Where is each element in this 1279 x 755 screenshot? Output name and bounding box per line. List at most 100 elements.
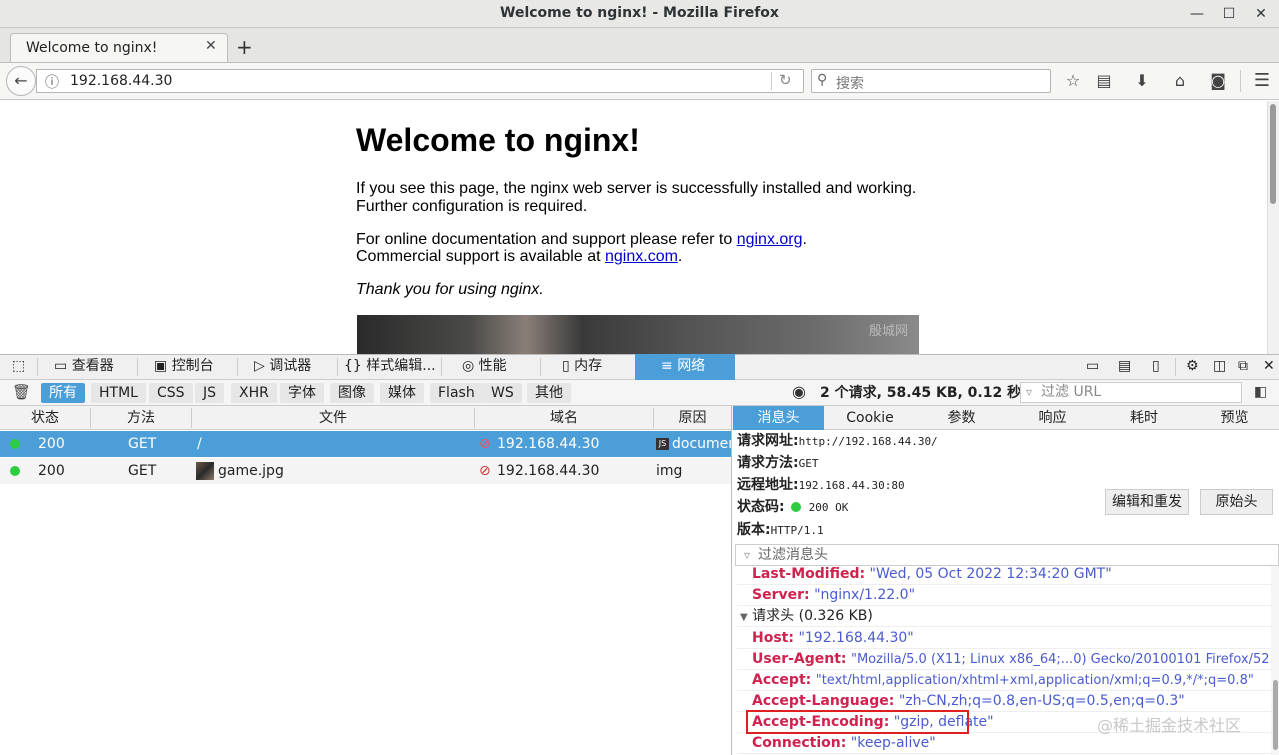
pick-element-icon[interactable]: ⬚	[8, 354, 25, 380]
new-tab-button[interactable]: +	[236, 35, 253, 59]
filter-images[interactable]: 图像	[330, 383, 374, 403]
header-colon: :	[804, 587, 810, 603]
maximize-icon[interactable]: ☐	[1219, 4, 1239, 24]
details-scroll-thumb[interactable]	[1273, 680, 1278, 750]
tab-cookies[interactable]: Cookie	[824, 406, 916, 430]
request-summary: 2 个请求, 58.45 KB, 0.12 秒	[820, 385, 1022, 401]
toggle-sidebar-icon[interactable]: ◧	[1254, 384, 1267, 400]
tab-console[interactable]: ▣ 控制台	[150, 354, 236, 380]
header-name: Accept-Language	[752, 693, 889, 709]
responsive-design-icon[interactable]: ▭	[1082, 354, 1099, 380]
filter-fonts[interactable]: 字体	[280, 383, 324, 403]
browser-tab[interactable]: Welcome to nginx!	[10, 33, 228, 63]
filter-other[interactable]: 其他	[527, 383, 571, 403]
column-method[interactable]: 方法	[91, 406, 191, 430]
filter-html[interactable]: HTML	[91, 383, 146, 403]
devtools-divider	[1175, 358, 1176, 376]
edit-resend-button[interactable]: 编辑和重发	[1105, 489, 1189, 515]
search-icon: ⚲	[817, 72, 828, 88]
header-colon: :	[888, 693, 895, 709]
column-domain[interactable]: 域名	[475, 406, 653, 430]
header-value: "Mozilla/5.0 (X11; Linux x86_64;...0) Ge…	[850, 652, 1279, 667]
header-value: "Wed, 05 Oct 2022 12:34:20 GMT"	[869, 566, 1112, 582]
column-status[interactable]: 状态	[0, 406, 90, 430]
request-headers-section[interactable]: ▼ 请求头 (0.326 KB)	[737, 606, 1277, 627]
undock-icon[interactable]: ⧉	[1234, 354, 1248, 380]
intro-paragraph: If you see this page, the nginx web serv…	[356, 180, 916, 216]
tab-debugger[interactable]: ▷ 调试器	[250, 354, 336, 380]
close-window-icon[interactable]: ✕	[1251, 4, 1271, 24]
filter-headers-input[interactable]: ▿ 过滤消息头	[735, 544, 1279, 566]
tab-performance[interactable]: ◎ 性能	[458, 354, 538, 380]
filter-css[interactable]: CSS	[149, 383, 193, 403]
header-value: "nginx/1.22.0"	[814, 587, 916, 603]
filter-icon: ▿	[1026, 385, 1033, 399]
trash-icon[interactable]: 🗑	[12, 383, 31, 401]
detail-version-value: HTTP/1.1	[770, 524, 824, 537]
window-title: Welcome to nginx! - Mozilla Firefox	[500, 5, 779, 21]
detail-url: 请求网址:http://192.168.44.30/	[737, 430, 938, 453]
bookmark-star-icon[interactable]: ☆	[1062, 71, 1084, 91]
request-row[interactable]	[0, 431, 731, 457]
header-name: Accept	[752, 672, 806, 688]
commercial-text: Commercial support is available at	[356, 248, 605, 265]
tab-network[interactable]: ≡ 网络	[635, 354, 735, 380]
back-button[interactable]: ←	[6, 66, 36, 96]
tab-response[interactable]: 响应	[1007, 406, 1098, 430]
tab-inspector[interactable]: ▭ 查看器	[50, 354, 136, 380]
dock-side-icon[interactable]: ◫	[1209, 354, 1226, 380]
status-ok-dot	[790, 502, 801, 512]
home-icon[interactable]: ⌂	[1169, 71, 1191, 91]
filter-media[interactable]: 媒体	[380, 383, 424, 403]
scratchpad-icon[interactable]: ▤	[1114, 354, 1131, 380]
url-bar[interactable]: ⓘ 192.168.44.30 ↻	[36, 69, 804, 93]
reload-stats-icon[interactable]: ◉	[792, 382, 806, 401]
screenshot-icon[interactable]: ▯	[1148, 354, 1160, 380]
search-placeholder: 搜索	[836, 76, 864, 92]
tab-memory[interactable]: ▯ 内存	[558, 354, 634, 380]
page-scroll-thumb[interactable]	[1270, 104, 1276, 204]
filter-all[interactable]: 所有	[41, 383, 85, 403]
insecure-lock-icon: ⊘	[479, 463, 491, 479]
close-devtools-icon[interactable]: ✕	[1259, 354, 1275, 380]
memory-icon: ▯	[562, 358, 575, 374]
status-ok-dot	[10, 466, 20, 476]
detail-remote: 远程地址:192.168.44.30:80	[737, 474, 905, 497]
minimize-icon[interactable]: —	[1187, 4, 1207, 24]
tab-params[interactable]: 参数	[916, 406, 1007, 430]
tab-headers[interactable]: 消息头	[733, 406, 824, 430]
tab-preview[interactable]: 预览	[1190, 406, 1279, 430]
filter-url-input[interactable]: ▿ 过滤 URL	[1020, 382, 1242, 403]
reading-list-icon[interactable]: ▤	[1093, 71, 1115, 91]
nginx-com-link[interactable]: nginx.com	[605, 248, 678, 265]
tab-timings[interactable]: 耗时	[1098, 406, 1190, 430]
header-name: Last-Modified	[752, 566, 860, 582]
filter-flash[interactable]: Flash	[430, 383, 483, 403]
raw-headers-button[interactable]: 原始头	[1200, 489, 1273, 515]
tab-network-label: 网络	[677, 358, 706, 374]
filter-xhr[interactable]: XHR	[231, 383, 277, 403]
js-icon: JS	[656, 438, 669, 450]
filter-ws[interactable]: WS	[483, 383, 522, 403]
request-headers-title: 请求头 (0.326 KB)	[752, 608, 873, 624]
download-icon[interactable]: ⬇	[1131, 71, 1153, 91]
nginx-org-link[interactable]: nginx.org	[737, 231, 803, 248]
image-watermark: 殷城网	[869, 324, 909, 339]
detail-version: 版本:HTTP/1.1	[737, 519, 824, 542]
search-bar[interactable]: ⚲ 搜索	[811, 69, 1051, 93]
detail-method-label: 请求方法:	[737, 455, 799, 471]
reload-icon[interactable]: ↻	[779, 71, 792, 89]
request-domain: 192.168.44.30	[497, 436, 600, 452]
settings-icon[interactable]: ⚙	[1182, 354, 1199, 380]
filter-js[interactable]: JS	[195, 383, 225, 403]
tab-style-editor[interactable]: {} 样式编辑...	[340, 354, 440, 380]
column-cause[interactable]: 原因	[654, 406, 731, 430]
menu-icon[interactable]: ☰	[1251, 71, 1273, 91]
request-row[interactable]	[0, 458, 731, 484]
info-icon[interactable]: ⓘ	[45, 72, 59, 92]
column-file[interactable]: 文件	[192, 406, 474, 430]
devtools-divider	[540, 358, 541, 376]
devtools-divider	[137, 358, 138, 376]
pocket-icon[interactable]: ◙	[1207, 71, 1229, 91]
tab-close-icon[interactable]: ✕	[205, 38, 217, 54]
